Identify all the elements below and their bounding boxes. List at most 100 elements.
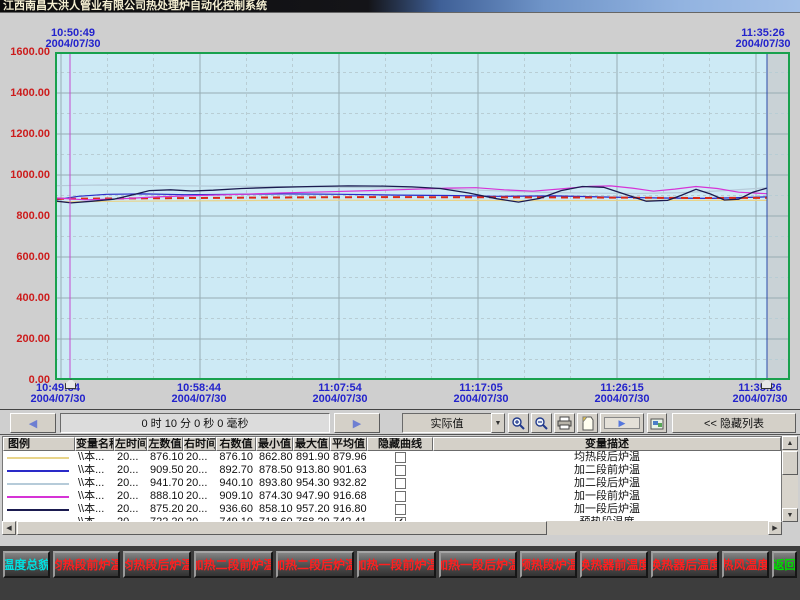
nav-button-0[interactable]: 温度总貌 — [3, 551, 50, 578]
table-row[interactable]: \\本...20...876.1020...876.10862.80891.90… — [3, 451, 781, 464]
cell-legend — [3, 496, 75, 498]
table-row[interactable]: \\本...20...941.7020...940.10893.80954.30… — [3, 477, 781, 490]
horizontal-scroll-thumb[interactable] — [17, 521, 547, 535]
hide-list-label: << 隐藏列表 — [704, 415, 764, 431]
cell-left_value: 888.10 — [147, 490, 183, 503]
x-tick-label: 11:35:262004/07/30 — [720, 383, 800, 405]
cell-name: \\本... — [75, 451, 114, 464]
snapshot-button[interactable] — [647, 413, 667, 433]
legend-line — [7, 496, 69, 498]
cell-right_time: 20... — [183, 490, 216, 503]
cell-left_time: 20... — [114, 464, 147, 477]
cell-name: \\本... — [75, 464, 114, 477]
cell-right_value: 892.70 — [216, 464, 256, 477]
vertical-scroll-thumb[interactable] — [782, 451, 798, 475]
cell-left_time: 20... — [114, 477, 147, 490]
scrollbar-left-button[interactable]: ◀ — [2, 521, 16, 535]
nav-button-7[interactable]: 预热段炉温 — [520, 551, 577, 578]
legend-line — [7, 457, 69, 459]
cell-max: 913.80 — [293, 464, 330, 477]
print-button[interactable] — [554, 413, 575, 433]
cell-left_time: 20... — [114, 490, 147, 503]
cell-left_time: 20... — [114, 503, 147, 516]
y-tick-label: 200.00 — [2, 333, 50, 345]
cell-description: 加二段后炉温 — [433, 477, 781, 490]
cell-right_value: 909.10 — [216, 490, 256, 503]
hide-curve-checkbox[interactable] — [395, 452, 406, 463]
zoom-in-icon — [511, 416, 526, 431]
nav-button-5[interactable]: 加热一段前炉温 — [357, 551, 435, 578]
legend-line — [7, 470, 69, 472]
column-header-name: 变量名称 — [75, 437, 114, 451]
cell-right_time: 20... — [183, 503, 216, 516]
cell-legend — [3, 470, 75, 472]
scrollbar-right-button[interactable]: ▶ — [768, 521, 782, 535]
cell-hidden — [367, 465, 433, 476]
scroll-left-button[interactable]: ◀ — [10, 413, 56, 433]
column-header-right_time: 右时间 — [183, 437, 216, 451]
cell-right_value: 936.60 — [216, 503, 256, 516]
hide-curve-checkbox[interactable] — [395, 491, 406, 502]
left-cursor-handle[interactable] — [65, 379, 76, 389]
table-row[interactable]: \\本...20...888.1020...909.10874.30947.90… — [3, 490, 781, 503]
cell-right_value: 940.10 — [216, 477, 256, 490]
nav-button-3[interactable]: 加热二段前炉温 — [194, 551, 272, 578]
column-header-right_value: 右数值 — [216, 437, 256, 451]
cell-name: \\本... — [75, 477, 114, 490]
right-cursor-label: 11:35:26 2004/07/30 — [708, 28, 800, 50]
cell-avg: 932.82 — [330, 477, 367, 490]
value-mode-value: 实际值 — [431, 415, 464, 431]
value-mode-dropdown-button[interactable]: ▼ — [491, 413, 505, 433]
cell-right_time: 20... — [183, 451, 216, 464]
up-arrow-icon: ▲ — [787, 440, 794, 447]
cell-right_value: 876.10 — [216, 451, 256, 464]
scroll-right-button[interactable]: ▶ — [334, 413, 380, 433]
cell-left_time: 20... — [114, 451, 147, 464]
export-button[interactable] — [577, 413, 598, 433]
cell-max: 954.30 — [293, 477, 330, 490]
nav-button-1[interactable]: 均热段前炉温 — [53, 551, 121, 578]
trend-plot[interactable] — [55, 52, 790, 380]
playback-button[interactable]: ▶ — [600, 413, 644, 433]
nav-button-4[interactable]: 加热二段后炉温 — [276, 551, 354, 578]
scrollbar-up-button[interactable]: ▲ — [782, 436, 798, 450]
hide-curve-checkbox[interactable] — [395, 504, 406, 515]
right-cursor-handle[interactable] — [761, 379, 772, 389]
scrollbar-down-button[interactable]: ▼ — [782, 508, 798, 522]
nav-button-2[interactable]: 均热段后炉温 — [123, 551, 191, 578]
cell-hidden — [367, 491, 433, 502]
title-bar: 江西南昌大洪人管业有限公司热处理炉自动化控制系统 — [0, 0, 800, 13]
cell-hidden — [367, 478, 433, 489]
value-mode-combobox[interactable]: 实际值 — [402, 413, 492, 433]
y-tick-label: 600.00 — [2, 251, 50, 263]
y-tick-label: 1600.00 — [2, 46, 50, 58]
cell-legend — [3, 509, 75, 511]
cell-left_value: 876.10 — [147, 451, 183, 464]
time-span-field[interactable]: 0 时 10 分 0 秒 0 毫秒 — [60, 413, 330, 433]
table-row[interactable]: \\本...20...909.5020...892.70878.50913.80… — [3, 464, 781, 477]
nav-button-10[interactable]: 热风温度 — [722, 551, 769, 578]
x-tick-date: 2004/07/30 — [300, 394, 380, 405]
cell-max: 891.90 — [293, 451, 330, 464]
column-header-left_value: 左数值 — [147, 437, 183, 451]
x-tick-date: 2004/07/30 — [582, 394, 662, 405]
table-vertical-scrollbar[interactable]: ▲ ▼ — [782, 436, 798, 522]
nav-button-9[interactable]: 换热器后温度 — [651, 551, 719, 578]
table-row[interactable]: \\本...20...875.2020...936.60858.10957.20… — [3, 503, 781, 516]
zoom-in-button[interactable] — [508, 413, 529, 433]
x-tick-date: 2004/07/30 — [720, 394, 800, 405]
hide-list-button[interactable]: << 隐藏列表 — [672, 413, 796, 433]
y-tick-label: 800.00 — [2, 210, 50, 222]
down-arrow-icon: ▼ — [787, 512, 794, 519]
cell-max: 947.90 — [293, 490, 330, 503]
hide-curve-checkbox[interactable] — [395, 465, 406, 476]
chevron-down-icon: ▼ — [495, 420, 502, 427]
right-arrow-icon: ▶ — [772, 524, 777, 532]
nav-button-8[interactable]: 换热器前温度 — [580, 551, 648, 578]
nav-button-11[interactable]: 返回 — [772, 551, 797, 578]
nav-button-6[interactable]: 加热一段后炉温 — [439, 551, 517, 578]
y-tick-label: 1200.00 — [2, 128, 50, 140]
hide-curve-checkbox[interactable] — [395, 478, 406, 489]
table-horizontal-scrollbar[interactable]: ◀ ▶ — [2, 521, 782, 535]
zoom-out-button[interactable] — [531, 413, 552, 433]
